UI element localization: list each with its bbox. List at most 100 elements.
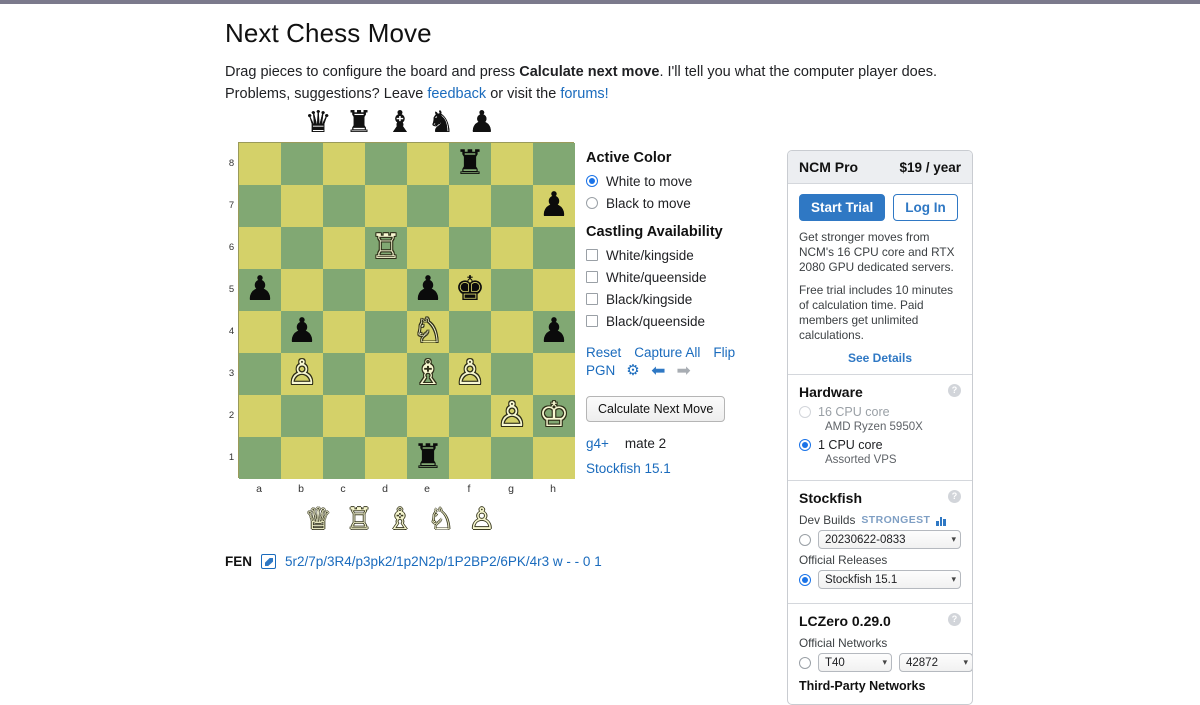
square-a2[interactable] xyxy=(239,395,281,437)
square-e3[interactable]: ♗ xyxy=(407,353,449,395)
edit-fen-icon[interactable] xyxy=(261,554,276,569)
radio-white-to-move[interactable]: White to move xyxy=(586,170,776,192)
engine-used-link[interactable]: Stockfish 15.1 xyxy=(586,461,671,476)
square-c6[interactable] xyxy=(323,227,365,269)
hardware-option-0[interactable]: 16 CPU core xyxy=(799,403,961,421)
square-b3[interactable]: ♙ xyxy=(281,353,323,395)
radio-lczero-network[interactable] xyxy=(799,656,811,669)
piece-white-bishop[interactable]: ♗ xyxy=(413,356,443,390)
square-d8[interactable] xyxy=(365,143,407,185)
fen-value[interactable]: 5r2/7p/3R4/p3pk2/1p2N2p/1P2BP2/6PK/4r3 w… xyxy=(285,554,602,569)
checkbox-icon[interactable] xyxy=(586,249,598,261)
square-g5[interactable] xyxy=(491,269,533,311)
piece-black-pawn[interactable]: ♟ xyxy=(287,314,317,348)
gear-icon[interactable]: ⚙ xyxy=(626,363,640,378)
square-h8[interactable] xyxy=(533,143,575,185)
square-b5[interactable] xyxy=(281,269,323,311)
square-e8[interactable] xyxy=(407,143,449,185)
square-d5[interactable] xyxy=(365,269,407,311)
square-g3[interactable] xyxy=(491,353,533,395)
square-e1[interactable]: ♜ xyxy=(407,437,449,479)
square-h2[interactable]: ♔ xyxy=(533,395,575,437)
checkbox-icon[interactable] xyxy=(586,293,598,305)
calculate-next-move-button[interactable]: Calculate Next Move xyxy=(586,396,726,422)
hardware-option-1[interactable]: 1 CPU core xyxy=(799,436,961,454)
radio-official-release[interactable] xyxy=(799,573,811,586)
lczero-network-id-select[interactable]: 42872 xyxy=(899,653,972,672)
square-e2[interactable] xyxy=(407,395,449,437)
radio-hardware-1[interactable] xyxy=(799,439,811,451)
square-f7[interactable] xyxy=(449,185,491,227)
radio-black-icon[interactable] xyxy=(586,197,598,209)
square-a6[interactable] xyxy=(239,227,281,269)
square-b8[interactable] xyxy=(281,143,323,185)
square-d3[interactable] xyxy=(365,353,407,395)
flip-link[interactable]: Flip xyxy=(713,345,735,360)
square-c4[interactable] xyxy=(323,311,365,353)
checkbox-icon[interactable] xyxy=(586,315,598,327)
square-d7[interactable] xyxy=(365,185,407,227)
square-a5[interactable]: ♟ xyxy=(239,269,281,311)
square-b6[interactable] xyxy=(281,227,323,269)
square-d6[interactable]: ♖ xyxy=(365,227,407,269)
piece-white-rook[interactable]: ♖ xyxy=(371,230,401,264)
square-b7[interactable] xyxy=(281,185,323,227)
piece-white-pawn[interactable]: ♙ xyxy=(455,356,485,390)
square-h1[interactable] xyxy=(533,437,575,479)
square-c3[interactable] xyxy=(323,353,365,395)
tray-piece-black-bishop[interactable]: ♝ xyxy=(387,108,414,138)
tray-piece-white-knight[interactable]: ♘ xyxy=(427,505,454,535)
square-g6[interactable] xyxy=(491,227,533,269)
forums-link[interactable]: forums! xyxy=(560,86,608,102)
square-h7[interactable]: ♟ xyxy=(533,185,575,227)
castling-option-0[interactable]: White/kingside xyxy=(586,244,776,266)
square-c1[interactable] xyxy=(323,437,365,479)
radio-dev-build[interactable] xyxy=(799,533,811,546)
chess-board[interactable]: ♜ ♟ ♖ ♟ ♟ ♚ ♟ ♘ ♟ ♙ ♗ ♙ ♙ ♔ ♜ xyxy=(238,142,575,479)
piece-black-rook[interactable]: ♜ xyxy=(413,440,443,474)
tray-piece-white-queen[interactable]: ♕ xyxy=(305,505,332,535)
piece-black-pawn[interactable]: ♟ xyxy=(413,272,443,306)
capture-all-link[interactable]: Capture All xyxy=(634,345,700,360)
square-a8[interactable] xyxy=(239,143,281,185)
piece-white-knight[interactable]: ♘ xyxy=(413,314,443,348)
captured-black-tray[interactable]: ♛ ♜ ♝ ♞ ♟ xyxy=(225,104,575,142)
hardware-help-icon[interactable]: ? xyxy=(948,384,961,397)
square-e4[interactable]: ♘ xyxy=(407,311,449,353)
square-f5[interactable]: ♚ xyxy=(449,269,491,311)
square-f4[interactable] xyxy=(449,311,491,353)
piece-white-pawn[interactable]: ♙ xyxy=(497,398,527,432)
tray-piece-white-bishop[interactable]: ♗ xyxy=(387,505,414,535)
piece-black-king[interactable]: ♚ xyxy=(455,272,485,306)
reset-link[interactable]: Reset xyxy=(586,345,621,360)
square-h3[interactable] xyxy=(533,353,575,395)
square-g2[interactable]: ♙ xyxy=(491,395,533,437)
dev-build-select[interactable]: 20230622-0833 xyxy=(818,530,961,549)
square-g7[interactable] xyxy=(491,185,533,227)
square-f2[interactable] xyxy=(449,395,491,437)
square-e7[interactable] xyxy=(407,185,449,227)
tray-piece-black-pawn[interactable]: ♟ xyxy=(468,108,495,138)
square-b4[interactable]: ♟ xyxy=(281,311,323,353)
tray-piece-black-knight[interactable]: ♞ xyxy=(427,108,454,138)
square-c5[interactable] xyxy=(323,269,365,311)
square-h4[interactable]: ♟ xyxy=(533,311,575,353)
pgn-link[interactable]: PGN xyxy=(586,363,615,378)
start-trial-button[interactable]: Start Trial xyxy=(799,194,886,221)
radio-hardware-0[interactable] xyxy=(799,406,811,418)
official-release-select[interactable]: Stockfish 15.1 xyxy=(818,570,961,589)
square-g1[interactable] xyxy=(491,437,533,479)
square-h5[interactable] xyxy=(533,269,575,311)
castling-option-1[interactable]: White/queenside xyxy=(586,266,776,288)
castling-option-2[interactable]: Black/kingside xyxy=(586,288,776,310)
bar-chart-icon[interactable] xyxy=(936,515,946,526)
stockfish-help-icon[interactable]: ? xyxy=(948,490,961,503)
square-g8[interactable] xyxy=(491,143,533,185)
lczero-help-icon[interactable]: ? xyxy=(948,613,961,626)
square-c2[interactable] xyxy=(323,395,365,437)
piece-white-pawn[interactable]: ♙ xyxy=(287,356,317,390)
square-g4[interactable] xyxy=(491,311,533,353)
tray-piece-white-pawn[interactable]: ♙ xyxy=(468,505,495,535)
tray-piece-black-queen[interactable]: ♛ xyxy=(305,108,332,138)
see-details-link[interactable]: See Details xyxy=(799,351,961,365)
